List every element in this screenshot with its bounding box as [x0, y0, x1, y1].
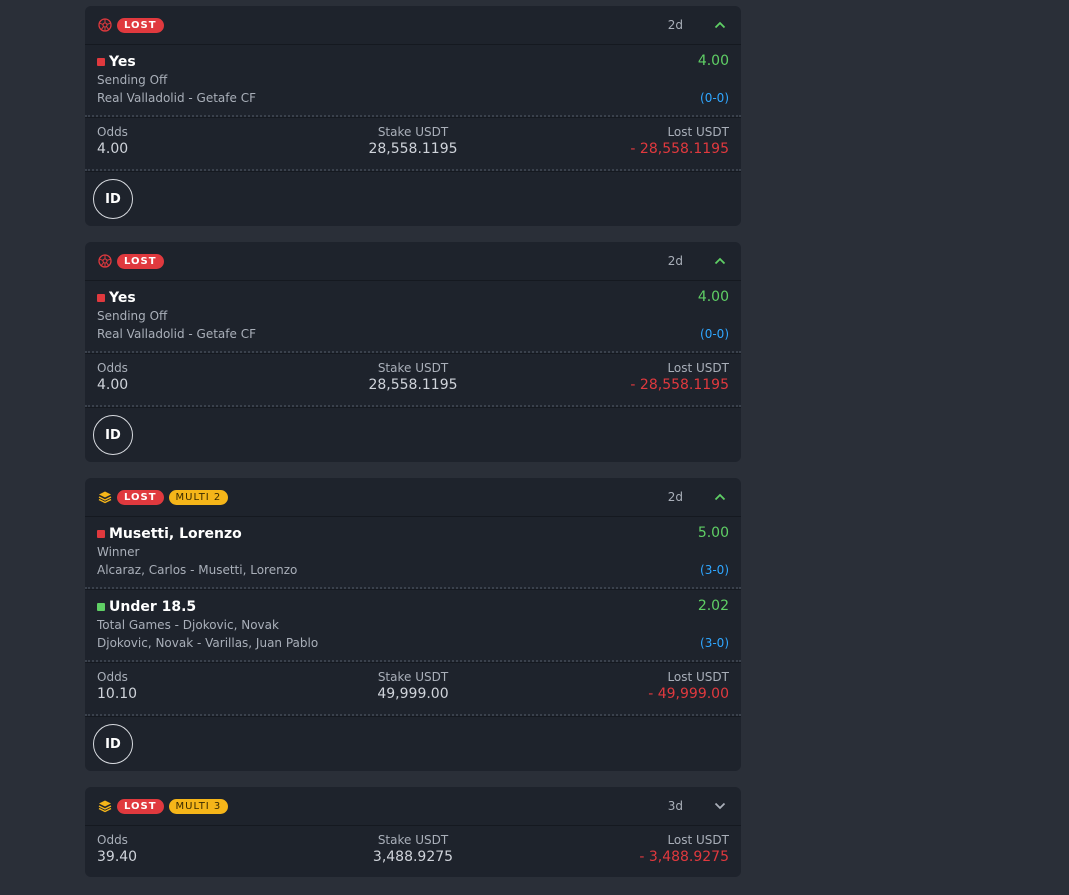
status-badge: LOST [117, 253, 164, 269]
leg-event: Alcaraz, Carlos - Musetti, Lorenzo [97, 563, 298, 577]
result-total: Lost USDT - 3,488.9275 [639, 833, 729, 865]
chevron-up-icon[interactable] [713, 490, 727, 504]
stake-label: Stake USDT [377, 125, 449, 139]
bet-id-row: ID [85, 171, 741, 226]
lost-status-dot [97, 294, 105, 302]
leg-selection: Yes [97, 289, 729, 307]
leg-odds: 2.02 [697, 598, 729, 614]
bet-id-button[interactable]: ID [93, 179, 133, 219]
leg-odds: 5.00 [697, 525, 729, 541]
result-value: - 28,558.1195 [630, 377, 729, 393]
bet-card: LOST 2d Yes Sending Off Real Valladolid - Ge… [85, 242, 741, 462]
result-label: Lost USDT [667, 833, 729, 847]
leg-selection-label: Yes [109, 54, 136, 70]
result-label: Lost USDT [667, 670, 729, 684]
status-badge: LOST [117, 489, 164, 505]
leg-market: Sending Off [97, 73, 168, 87]
stack-icon [97, 798, 113, 814]
leg-selection-label: Under 18.5 [109, 599, 197, 615]
stake-value: 28,558.1195 [368, 377, 458, 393]
bet-id-button[interactable]: ID [93, 415, 133, 455]
bet-totals: Odds 39.40 Stake USDT 3,488.9275 Lost USDT - … [85, 825, 741, 877]
bet-age: 2d [667, 490, 683, 504]
leg-selection: Yes [97, 53, 729, 71]
bet-leg: Musetti, Lorenzo Winner Alcaraz, Carlos - … [85, 516, 741, 589]
stake-label: Stake USDT [377, 670, 449, 684]
leg-market: Sending Off [97, 309, 168, 323]
won-status-dot [97, 603, 105, 611]
bet-id-button[interactable]: ID [93, 724, 133, 764]
leg-event: Djokovic, Novak - Varillas, Juan Pablo [97, 636, 319, 650]
bet-card-header[interactable]: LOST MULTI 2 2d [85, 478, 741, 516]
result-total: Lost USDT - 28,558.1195 [630, 361, 729, 393]
leg-selection: Musetti, Lorenzo [97, 525, 729, 543]
leg-selection-label: Yes [109, 290, 136, 306]
bet-totals: Odds 10.10 Stake USDT 49,999.00 Lost USDT - 4… [85, 662, 741, 716]
lost-status-dot [97, 58, 105, 66]
bet-id-row: ID [85, 716, 741, 771]
lost-status-dot [97, 530, 105, 538]
leg-market: Winner [97, 545, 140, 559]
bet-age: 3d [667, 799, 683, 813]
leg-odds: 4.00 [697, 53, 729, 69]
result-value: - 28,558.1195 [630, 141, 729, 157]
bet-leg: Yes Sending Off Real Valladolid - Getafe C… [85, 280, 741, 353]
football-icon [97, 17, 113, 33]
leg-selection: Under 18.5 [97, 598, 729, 616]
bet-age: 2d [667, 18, 683, 32]
result-total: Lost USDT - 28,558.1195 [630, 125, 729, 157]
leg-score: (3-0) [700, 563, 729, 577]
bet-totals: Odds 4.00 Stake USDT 28,558.1195 Lost USDT - … [85, 353, 741, 407]
status-badge: LOST [117, 17, 164, 33]
bet-card-header[interactable]: LOST 2d [85, 242, 741, 280]
bet-leg: Under 18.5 Total Games - Djokovic, Novak D… [85, 589, 741, 662]
bet-history-list: LOST 2d Yes Sending Off Real Valladolid - Ge… [85, 6, 741, 893]
leg-event: Real Valladolid - Getafe CF [97, 327, 256, 341]
multi-badge: MULTI 3 [168, 798, 229, 814]
stake-total: Stake USDT 3,488.9275 [313, 833, 513, 865]
stake-value: 3,488.9275 [372, 849, 454, 865]
chevron-up-icon[interactable] [713, 18, 727, 32]
leg-score: (0-0) [700, 91, 729, 105]
stack-icon [97, 489, 113, 505]
bet-totals: Odds 4.00 Stake USDT 28,558.1195 Lost USDT - … [85, 117, 741, 171]
multi-badge: MULTI 2 [168, 489, 229, 505]
stake-total: Stake USDT 28,558.1195 [313, 361, 513, 393]
stake-label: Stake USDT [377, 361, 449, 375]
football-icon [97, 253, 113, 269]
result-label: Lost USDT [667, 361, 729, 375]
leg-odds: 4.00 [697, 289, 729, 305]
chevron-down-icon[interactable] [713, 799, 727, 813]
leg-market: Total Games - Djokovic, Novak [97, 618, 279, 632]
stake-total: Stake USDT 28,558.1195 [313, 125, 513, 157]
bet-card: LOST 2d Yes Sending Off Real Valladolid - Ge… [85, 6, 741, 226]
result-total: Lost USDT - 49,999.00 [648, 670, 729, 702]
bet-card: LOST MULTI 2 2d Musetti, Lorenzo Winner Alcar… [85, 478, 741, 771]
bet-card-header[interactable]: LOST 2d [85, 6, 741, 44]
bet-id-row: ID [85, 407, 741, 462]
stake-total: Stake USDT 49,999.00 [313, 670, 513, 702]
leg-score: (0-0) [700, 327, 729, 341]
bet-leg: Yes Sending Off Real Valladolid - Getafe C… [85, 44, 741, 117]
leg-selection-label: Musetti, Lorenzo [109, 526, 242, 542]
stake-value: 28,558.1195 [368, 141, 458, 157]
result-value: - 3,488.9275 [639, 849, 729, 865]
bet-age: 2d [667, 254, 683, 268]
leg-score: (3-0) [700, 636, 729, 650]
stake-value: 49,999.00 [377, 686, 449, 702]
stake-label: Stake USDT [377, 833, 449, 847]
result-label: Lost USDT [667, 125, 729, 139]
bet-card: LOST MULTI 3 3d Odds 39.40 Stake USDT 3,488.92… [85, 787, 741, 877]
bet-card-header[interactable]: LOST MULTI 3 3d [85, 787, 741, 825]
leg-event: Real Valladolid - Getafe CF [97, 91, 256, 105]
chevron-up-icon[interactable] [713, 254, 727, 268]
status-badge: LOST [117, 798, 164, 814]
result-value: - 49,999.00 [648, 686, 729, 702]
